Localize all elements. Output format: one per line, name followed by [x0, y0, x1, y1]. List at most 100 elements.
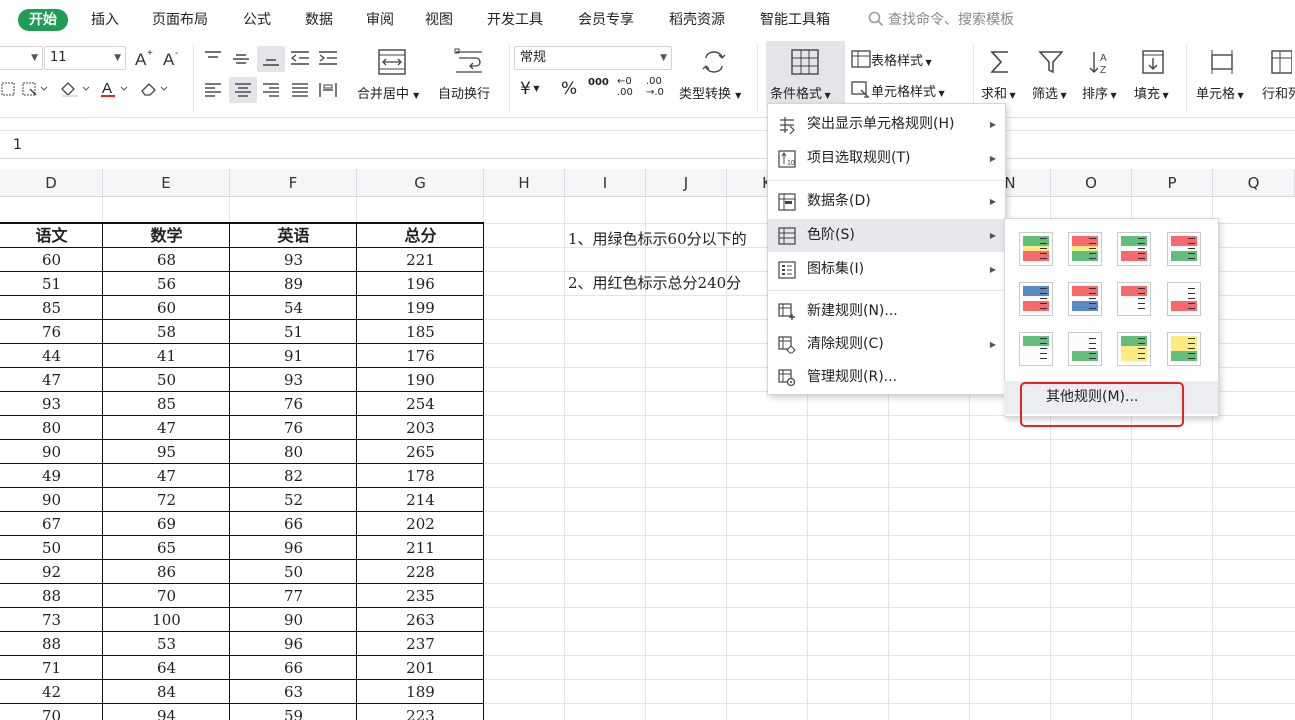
color-scale-swatch[interactable]: [1117, 282, 1151, 316]
column-header[interactable]: G: [357, 169, 484, 197]
table-cell[interactable]: 94: [103, 704, 230, 720]
row-col-button[interactable]: 行和列: [1262, 83, 1295, 102]
table-cell[interactable]: 85: [0, 296, 103, 320]
table-cell[interactable]: 185: [357, 320, 484, 344]
align-top-icon[interactable]: [201, 46, 225, 70]
cell-button[interactable]: 单元格 ▼: [1196, 83, 1244, 102]
table-cell[interactable]: 96: [230, 536, 357, 560]
formula-bar[interactable]: 1: [0, 130, 1295, 159]
table-cell[interactable]: 263: [357, 608, 484, 632]
increase-font-icon[interactable]: A +: [132, 46, 156, 70]
table-cell[interactable]: 42: [0, 680, 103, 704]
table-cell[interactable]: 50: [0, 536, 103, 560]
menu-item-data-bars[interactable]: 数据条(D) ▶: [768, 185, 1005, 218]
percent-button[interactable]: %: [561, 79, 577, 99]
table-cell[interactable]: 73: [0, 608, 103, 632]
table-cell[interactable]: 93: [230, 248, 357, 272]
color-scale-swatch[interactable]: [1019, 232, 1053, 266]
cell-border-style-icon[interactable]: [20, 78, 50, 100]
table-cell[interactable]: 41: [103, 344, 230, 368]
tab-home[interactable]: 开始: [18, 9, 68, 31]
fill-icon[interactable]: [1137, 46, 1169, 78]
color-scale-swatch[interactable]: [1167, 232, 1201, 266]
tab-review[interactable]: 审阅: [366, 9, 394, 31]
column-header[interactable]: E: [103, 169, 230, 197]
menu-item-manage-rules[interactable]: 管理规则(R)...: [768, 361, 1005, 394]
table-cell[interactable]: 76: [230, 416, 357, 440]
align-middle-icon[interactable]: [229, 46, 253, 70]
filter-button[interactable]: 筛选 ▼: [1032, 83, 1067, 102]
menu-item-top-bottom-rules[interactable]: 10 项目选取规则(T) ▶: [768, 142, 1005, 175]
number-format-combo[interactable]: 常规 ▼: [514, 46, 672, 70]
column-header[interactable]: P: [1132, 169, 1213, 197]
sort-button[interactable]: 排序 ▼: [1082, 83, 1117, 102]
table-cell[interactable]: 44: [0, 344, 103, 368]
currency-button[interactable]: ¥ ▼: [520, 79, 540, 99]
decrease-decimal-button[interactable]: .00 →.0: [646, 76, 664, 98]
row-col-icon[interactable]: [1268, 46, 1295, 78]
tab-formula[interactable]: 公式: [243, 9, 271, 31]
tab-view[interactable]: 视图: [425, 9, 453, 31]
menu-item-new-rule[interactable]: 新建规则(N)...: [768, 295, 1005, 328]
table-cell[interactable]: 82: [230, 464, 357, 488]
wrap-text-icon[interactable]: [447, 46, 491, 78]
table-cell[interactable]: 214: [357, 488, 484, 512]
table-cell[interactable]: 254: [357, 392, 484, 416]
fill-color-icon[interactable]: [58, 78, 94, 100]
header-cell[interactable]: 语文: [0, 224, 103, 248]
table-cell[interactable]: 51: [230, 320, 357, 344]
color-scale-swatch[interactable]: [1068, 332, 1102, 366]
header-cell[interactable]: 总分: [357, 224, 484, 248]
menu-item-highlight-rules[interactable]: 突出显示单元格规则(H) ▶: [768, 108, 1005, 141]
table-cell[interactable]: 49: [0, 464, 103, 488]
type-convert-icon[interactable]: [698, 46, 730, 78]
table-cell[interactable]: 76: [230, 392, 357, 416]
table-cell[interactable]: 64: [103, 656, 230, 680]
color-scale-swatch[interactable]: [1019, 332, 1053, 366]
table-cell[interactable]: 77: [230, 584, 357, 608]
tab-membership[interactable]: 会员专享: [578, 9, 634, 31]
tab-docer-resources[interactable]: 稻壳资源: [669, 9, 725, 31]
table-cell[interactable]: 89: [230, 272, 357, 296]
table-cell[interactable]: 65: [103, 536, 230, 560]
table-cell[interactable]: 51: [0, 272, 103, 296]
table-cell[interactable]: 95: [103, 440, 230, 464]
table-cell[interactable]: 190: [357, 368, 484, 392]
column-header[interactable]: J: [646, 169, 727, 197]
table-cell[interactable]: 202: [357, 512, 484, 536]
merge-center-icon[interactable]: [370, 46, 414, 78]
sum-icon[interactable]: [984, 46, 1016, 78]
justify-icon[interactable]: [288, 78, 312, 102]
table-cell[interactable]: 178: [357, 464, 484, 488]
column-header[interactable]: H: [484, 169, 565, 197]
align-bottom-icon[interactable]: [257, 46, 285, 72]
cell-style-button[interactable]: 单元格样式 ▼: [851, 81, 945, 100]
column-header[interactable]: Q: [1213, 169, 1295, 197]
command-search[interactable]: 查找命令、搜索模板: [868, 9, 1014, 31]
table-cell[interactable]: 72: [103, 488, 230, 512]
table-cell[interactable]: 71: [0, 656, 103, 680]
menu-item-color-scales[interactable]: 色阶(S) ▶: [768, 219, 1005, 252]
table-cell[interactable]: 235: [357, 584, 484, 608]
table-cell[interactable]: 60: [103, 296, 230, 320]
wrap-text-button[interactable]: 自动换行: [438, 83, 490, 102]
tab-insert[interactable]: 插入: [91, 9, 119, 31]
font-size-combo[interactable]: 11 ▼: [44, 46, 126, 70]
table-cell[interactable]: 54: [230, 296, 357, 320]
table-cell[interactable]: 203: [357, 416, 484, 440]
table-cell[interactable]: 47: [103, 416, 230, 440]
table-cell[interactable]: 221: [357, 248, 484, 272]
cell-icon[interactable]: [1206, 46, 1238, 78]
column-header[interactable]: I: [565, 169, 646, 197]
increase-indent-icon[interactable]: [316, 46, 340, 70]
table-cell[interactable]: 47: [0, 368, 103, 392]
fill-button[interactable]: 填充 ▼: [1134, 83, 1169, 102]
table-cell[interactable]: 93: [230, 368, 357, 392]
table-cell[interactable]: 59: [230, 704, 357, 720]
clear-format-icon[interactable]: [138, 78, 174, 100]
color-scale-swatch[interactable]: [1068, 282, 1102, 316]
header-cell[interactable]: 英语: [230, 224, 357, 248]
color-scale-swatch[interactable]: [1117, 232, 1151, 266]
align-center-icon[interactable]: [229, 77, 257, 103]
sum-button[interactable]: 求和 ▼: [981, 83, 1016, 102]
